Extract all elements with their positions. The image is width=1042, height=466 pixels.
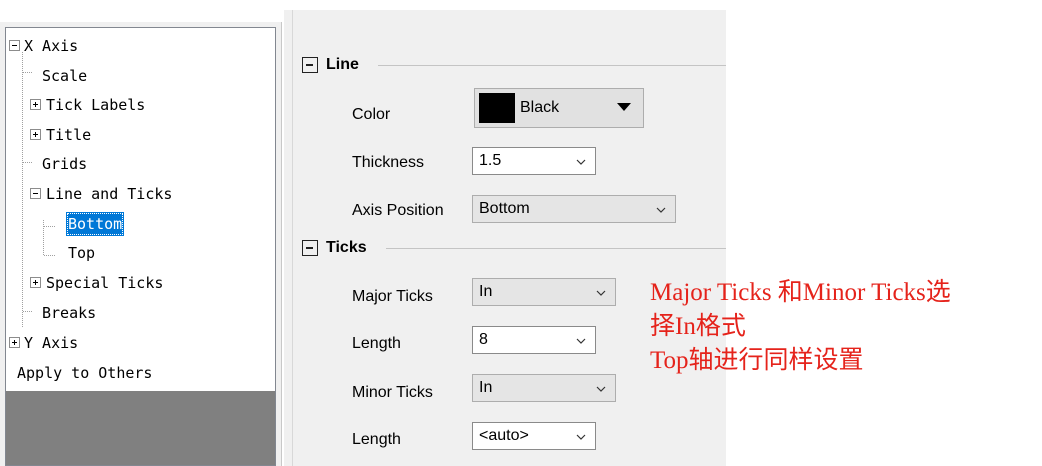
- expand-icon[interactable]: [30, 277, 41, 288]
- major-length-combobox[interactable]: 8: [472, 326, 596, 354]
- axis-position-dropdown[interactable]: Bottom: [472, 195, 676, 223]
- tree-guide-line: [23, 72, 33, 73]
- tree-item-label: Line and Ticks: [46, 185, 173, 203]
- major-ticks-label: Major Ticks: [352, 288, 433, 305]
- minor-ticks-dropdown[interactable]: In: [472, 374, 616, 402]
- collapse-icon[interactable]: [30, 188, 41, 199]
- major-length-label: Length: [352, 335, 401, 352]
- thickness-label: Thickness: [352, 154, 425, 171]
- minor-ticks-value: In: [479, 379, 493, 396]
- tree-guide-line: [44, 255, 56, 256]
- tree-guide-line: [23, 311, 33, 312]
- color-swatch: [479, 93, 515, 123]
- tree-item-label: Breaks: [42, 304, 97, 322]
- major-ticks-value: In: [479, 283, 493, 300]
- color-label: Color: [352, 106, 391, 123]
- tree-item-label: Scale: [42, 67, 88, 85]
- tree-item-label: Apply to Others: [17, 364, 153, 382]
- pane-divider: [292, 10, 293, 466]
- tree-item-label: Title: [46, 126, 92, 144]
- chevron-down-icon: [576, 338, 586, 344]
- tree-panel: X Axis Scale Tick Labels Title Grids Lin…: [0, 22, 282, 466]
- collapse-icon[interactable]: [302, 240, 318, 256]
- expand-icon[interactable]: [9, 337, 20, 348]
- thickness-combobox[interactable]: 1.5: [472, 147, 596, 175]
- axis-position-label: Axis Position: [352, 202, 444, 219]
- minor-length-label: Length: [352, 431, 401, 448]
- annotation-line: Top轴进行同样设置: [650, 347, 864, 374]
- annotation-line: Major Ticks 和Minor Ticks选: [650, 279, 951, 306]
- tree-item-label: Special Ticks: [46, 274, 164, 292]
- major-length-value: 8: [479, 331, 488, 348]
- settings-tree[interactable]: X Axis Scale Tick Labels Title Grids Lin…: [5, 27, 276, 466]
- section-divider: [378, 65, 726, 66]
- chevron-down-icon: [596, 386, 606, 392]
- collapse-icon[interactable]: [9, 40, 20, 51]
- tree-guide-line: [22, 52, 23, 327]
- section-divider: [386, 248, 726, 249]
- minor-length-value: <auto>: [479, 427, 529, 444]
- annotation-line: 择In格式: [650, 313, 746, 340]
- major-ticks-dropdown[interactable]: In: [472, 278, 616, 306]
- axis-position-value: Bottom: [479, 200, 530, 217]
- section-header-ticks: Ticks: [326, 239, 367, 256]
- chevron-down-icon: [656, 207, 666, 213]
- chevron-down-icon: [576, 159, 586, 165]
- color-dropdown[interactable]: Black: [474, 88, 644, 128]
- tree-item-label: X Axis: [24, 37, 79, 55]
- dropdown-arrow-icon: [617, 103, 631, 111]
- collapse-icon[interactable]: [302, 57, 318, 73]
- tree-item-label: Bottom: [66, 212, 125, 236]
- settings-pane: Line Color Black Thickness 1.5 Axis Posi…: [282, 10, 726, 466]
- expand-icon[interactable]: [30, 129, 41, 140]
- tree-item-label: Grids: [42, 155, 88, 173]
- tree-empty-area: [6, 391, 275, 465]
- section-header-line: Line: [326, 56, 359, 73]
- color-value: Black: [520, 99, 560, 116]
- tree-item-label: Tick Labels: [46, 96, 146, 114]
- tree-guide-line: [44, 226, 56, 227]
- thickness-value: 1.5: [479, 152, 502, 169]
- minor-ticks-label: Minor Ticks: [352, 384, 433, 401]
- chevron-down-icon: [576, 434, 586, 440]
- expand-icon[interactable]: [30, 99, 41, 110]
- tree-item-label: Top: [68, 244, 96, 262]
- annotation-note: Major Ticks 和Minor Ticks选 择In格式 Top轴进行同样…: [650, 276, 1040, 378]
- minor-length-combobox[interactable]: <auto>: [472, 422, 596, 450]
- tree-guide-line: [23, 162, 33, 163]
- tree-item-label: Y Axis: [24, 334, 79, 352]
- chevron-down-icon: [596, 290, 606, 296]
